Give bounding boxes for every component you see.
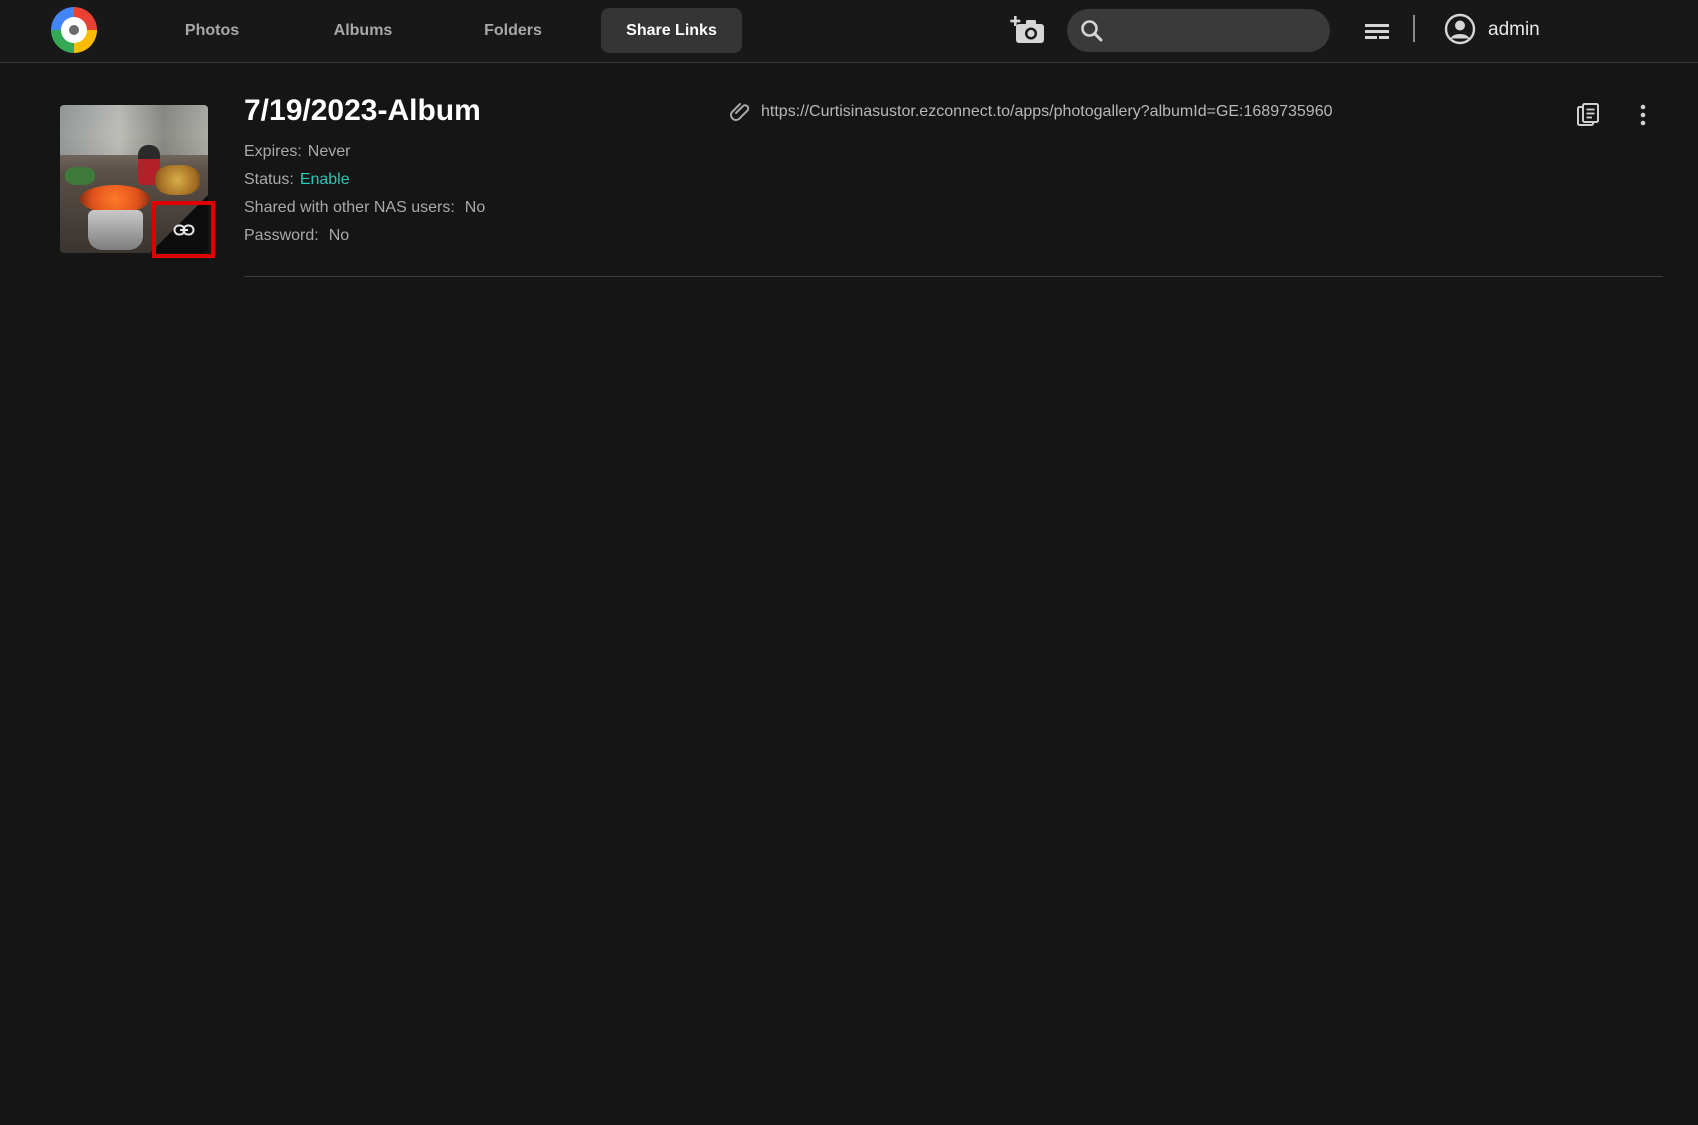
- copy-icon[interactable]: [1574, 100, 1604, 130]
- user-name[interactable]: admin: [1488, 19, 1540, 41]
- list-menu-icon[interactable]: [1362, 17, 1392, 45]
- tab-photos[interactable]: Photos: [172, 8, 252, 53]
- tab-share-links[interactable]: Share Links: [601, 8, 742, 53]
- thumbnail-steel-pot: [88, 210, 143, 250]
- expires-value: Never: [307, 143, 351, 160]
- photo-gallery-logo-icon[interactable]: [51, 7, 97, 53]
- share-link-badge[interactable]: [152, 201, 215, 258]
- password-row: Password: No: [244, 227, 349, 245]
- status-value: Enable: [299, 171, 350, 188]
- thumbnail-food-dish: [80, 185, 150, 213]
- search-input[interactable]: [1113, 9, 1318, 52]
- more-vertical-icon[interactable]: [1631, 100, 1655, 130]
- shared-users-row: Shared with other NAS users: No: [244, 199, 485, 217]
- add-photo-camera-icon[interactable]: [1008, 12, 1048, 48]
- item-divider: [244, 276, 1663, 277]
- tab-folders[interactable]: Folders: [473, 8, 553, 53]
- paperclip-icon: [730, 103, 750, 121]
- tab-albums[interactable]: Albums: [323, 8, 403, 53]
- shared-users-value: No: [464, 199, 486, 216]
- logo-center: [69, 25, 79, 35]
- thumbnail-food-bowl: [155, 165, 200, 195]
- share-url[interactable]: https://Curtisinasustor.ezconnect.to/app…: [761, 103, 1332, 121]
- top-navigation-bar: Photos Albums Folders Share Links admin: [0, 0, 1698, 63]
- status-label: Status:: [244, 171, 294, 188]
- search-icon: [1081, 20, 1103, 42]
- album-title[interactable]: 7/19/2023-Album: [244, 94, 481, 128]
- user-avatar-icon[interactable]: [1443, 12, 1477, 46]
- password-value: No: [328, 227, 350, 244]
- status-row: Status: Enable: [244, 171, 350, 189]
- share-url-row: https://Curtisinasustor.ezconnect.to/app…: [729, 100, 1332, 124]
- shared-users-label: Shared with other NAS users:: [244, 199, 455, 216]
- password-label: Password:: [244, 227, 319, 244]
- thumbnail-vegetables: [65, 167, 95, 185]
- expires-row: Expires: Never: [244, 143, 350, 161]
- expires-label: Expires:: [244, 143, 302, 160]
- search-box[interactable]: [1067, 9, 1330, 52]
- thumbnail-stall-background: [60, 105, 208, 155]
- header-divider: [1413, 15, 1415, 42]
- link-icon: [173, 224, 194, 235]
